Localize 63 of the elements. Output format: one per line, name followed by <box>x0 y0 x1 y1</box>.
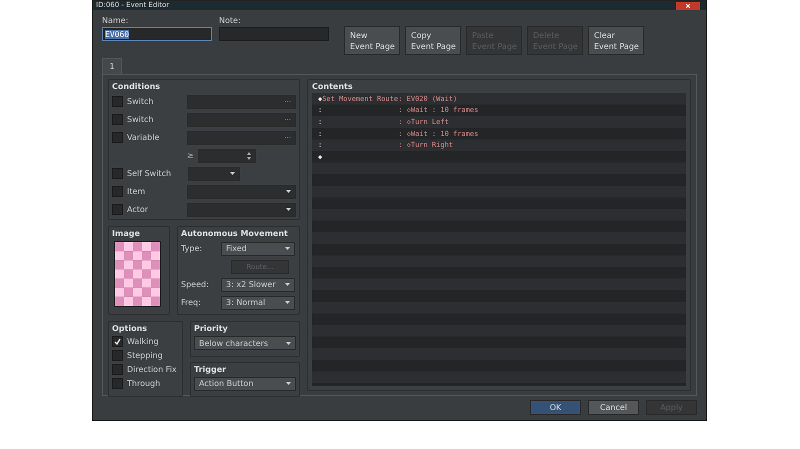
caret-icon <box>285 283 290 286</box>
close-button[interactable] <box>676 2 700 10</box>
field-label: Type: <box>181 244 204 253</box>
dialog-button[interactable]: OK <box>530 400 581 415</box>
name-field[interactable]: EV060 <box>102 27 212 41</box>
caret-icon <box>286 208 291 211</box>
checkbox[interactable] <box>112 96 123 107</box>
checkbox[interactable] <box>112 336 123 347</box>
option-label: Stepping <box>127 351 163 360</box>
condition-label: Switch <box>127 115 154 124</box>
field-label: Speed: <box>181 280 210 289</box>
checkbox[interactable] <box>112 114 123 125</box>
dropdown[interactable]: 3: Normal <box>221 296 295 310</box>
event-page-button[interactable]: Clear Event Page <box>588 26 644 55</box>
caret-icon <box>286 382 291 385</box>
caret-icon <box>286 190 291 193</box>
caret-icon <box>230 172 235 175</box>
option-label: Direction Fix <box>127 365 177 374</box>
spinner-arrows-icon <box>246 152 251 160</box>
note-field[interactable] <box>219 27 329 41</box>
dropdown[interactable] <box>186 184 296 198</box>
caret-icon <box>285 247 290 250</box>
dropdown[interactable] <box>186 202 296 216</box>
page-tab[interactable]: 1 <box>102 58 122 74</box>
panel-title: Conditions <box>112 82 162 91</box>
checkbox[interactable] <box>112 132 123 143</box>
condition-label: Switch <box>127 97 154 106</box>
condition-label: Self Switch <box>127 169 172 178</box>
panel-title: Contents <box>312 82 354 91</box>
event-page-button[interactable]: New Event Page <box>344 26 400 55</box>
checkbox[interactable] <box>112 378 123 389</box>
checkbox[interactable] <box>112 364 123 375</box>
checkerboard-drawing <box>114 241 161 307</box>
checkbox[interactable] <box>112 204 123 215</box>
field-label: Freq: <box>181 298 202 307</box>
checkmark-icon <box>114 338 121 345</box>
panel-title: Options <box>112 324 148 333</box>
dropdown[interactable]: 3: x2 Slower <box>221 278 295 292</box>
dropdown[interactable]: Action Button <box>194 376 296 390</box>
event-page-button[interactable]: Copy Event Page <box>405 26 461 55</box>
caret-icon <box>286 342 291 344</box>
comparison-symbol: ≥ <box>187 151 194 160</box>
condition-label: Variable <box>127 133 160 142</box>
checkbox[interactable] <box>112 186 123 197</box>
panel-title: Trigger <box>194 364 228 374</box>
dropdown[interactable] <box>188 166 240 180</box>
dialog-button[interactable]: Cancel <box>588 400 639 415</box>
checkbox[interactable] <box>112 350 123 361</box>
dropdown[interactable]: Fixed <box>221 242 295 256</box>
option-label: Through <box>127 379 160 388</box>
note-label: Note: <box>219 16 242 25</box>
condition-label: Item <box>127 187 146 196</box>
dropdown[interactable]: Below characters <box>194 336 296 350</box>
close-icon <box>686 4 690 8</box>
option-label: Walking <box>127 337 159 346</box>
number-spinner[interactable] <box>198 148 256 162</box>
panel-title: Image <box>112 229 141 238</box>
caret-icon <box>285 301 290 304</box>
panel-title: Priority <box>194 324 229 333</box>
name-label: Name: <box>102 16 130 25</box>
condition-label: Actor <box>127 205 150 214</box>
panel-title: Autonomous Movement <box>181 229 289 238</box>
checkbox[interactable] <box>112 168 123 179</box>
